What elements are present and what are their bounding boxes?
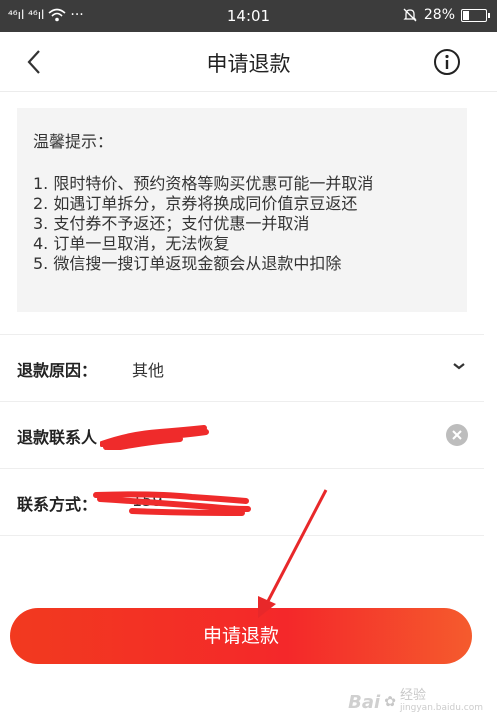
notice-item: 2. 如遇订单拆分，京券将换成同价值京豆返还 [33, 194, 358, 213]
contact-phone-row: 联系方式： 159 [0, 468, 484, 536]
notice-title: 温馨提示： [33, 132, 114, 151]
contact-phone-label: 联系方式： [17, 495, 98, 514]
refund-page: ⁴⁶ıl ⁴⁶ıl ··· 14:01 28% 申请退款 温馨提示： 1. 限时… [0, 0, 497, 718]
mute-bell-icon [403, 8, 417, 22]
contact-person-row: 退款联系人 [0, 401, 484, 467]
battery-icon [461, 8, 490, 22]
notice-item: 4. 订单一旦取消，无法恢复 [33, 234, 230, 253]
redaction-scribble [100, 425, 209, 450]
refund-reason-row[interactable]: 退款原因： 其他 [0, 334, 484, 400]
info-icon[interactable] [433, 48, 461, 76]
nav-bar: 申请退款 [0, 32, 497, 92]
clear-icon[interactable] [446, 424, 468, 446]
watermark-text: 经验 [399, 688, 426, 703]
notice-box: 温馨提示： 1. 限时特价、预约资格等购买优惠可能一并取消 2. 如遇订单拆分，… [17, 108, 467, 312]
paw-icon: ✿ [384, 694, 396, 710]
status-right: 28% [402, 7, 490, 23]
notice-item: 1. 限时特价、预约资格等购买优惠可能一并取消 [33, 174, 374, 193]
notice-item: 3. 支付券不予返还；支付优惠一并取消 [33, 214, 310, 233]
battery-fill [463, 10, 469, 20]
watermark-url: jingyan.baidu.com [399, 703, 483, 713]
notice-item: 5. 微信搜一搜订单返现金额会从退款中扣除 [33, 254, 342, 273]
refund-reason-label: 退款原因： [17, 361, 98, 380]
redaction-scribble [93, 491, 251, 516]
battery-percent: 28% [423, 7, 455, 23]
chevron-down-icon[interactable] [452, 361, 466, 371]
page-title: 申请退款 [206, 52, 291, 76]
refund-reason-value[interactable]: 其他 [132, 357, 164, 381]
submit-refund-button[interactable]: 申请退款 [10, 608, 472, 664]
watermark-logo: Bai [348, 691, 381, 713]
contact-person-label: 退款联系人 [17, 428, 98, 447]
baidu-watermark: Bai ✿ 经验 jingyan.baidu.com [348, 688, 483, 714]
status-bar: ⁴⁶ıl ⁴⁶ıl ··· 14:01 28% [0, 0, 497, 32]
